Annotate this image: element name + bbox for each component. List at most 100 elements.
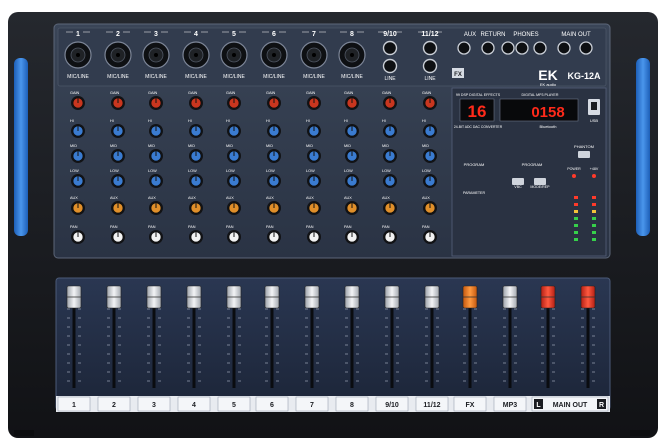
knob-label: AUX [266,196,274,200]
knob-label: HI [422,119,426,123]
fx-box-label: FX [454,72,462,78]
jack-center [312,53,316,57]
meter-led-right [592,217,596,220]
brand-logo: EK [538,67,557,83]
output-jack[interactable] [533,41,547,55]
knob-label: PAN [382,225,390,229]
knob-label: GAIN [344,91,354,95]
channel-number-label: 9/10 [383,31,397,38]
knob-label: LOW [266,169,275,173]
knob-label: HI [306,119,310,123]
fader-track [270,296,274,388]
meter-led-right [592,238,596,241]
meter-led-right [592,196,596,199]
vbc-label: VBC [514,185,522,189]
fader-label: 11/12 [423,402,440,409]
dsp-digits: 16 [468,102,487,121]
jack-center [154,53,158,57]
fader-track [112,296,116,388]
knob-label: PAN [110,225,118,229]
fader-track [350,296,354,388]
mixer-panel: 1 MIC/LINE 2 MIC/LINE 3 MIC/LINE 4 MIC/LINE 5 MIC… [8,12,658,438]
vbc-button[interactable] [512,178,524,185]
output-jack[interactable] [557,41,571,55]
fader-track [192,296,196,388]
fader-panel [55,277,611,411]
knob-label: AUX [148,196,156,200]
fader-track [430,296,434,388]
knob-label: HI [226,119,230,123]
channel-number-label: 5 [232,31,236,38]
fader-track [232,296,236,388]
line-jack-left[interactable] [382,40,398,56]
input-type-label: MIC/LINE [145,74,167,80]
phantom-led [592,174,596,178]
line-jack-right[interactable] [382,58,398,74]
knob-label: PAN [188,225,196,229]
knob-label: MID [344,144,351,148]
knob-label: MID [148,144,155,148]
fader-label: 6 [270,402,274,409]
output-jack[interactable] [515,41,529,55]
parameter-label: PARAMETER [463,191,486,195]
input-type-label: LINE [424,76,436,82]
fader-track [72,296,76,388]
fader-track [586,296,590,388]
fader-label: 9/10 [385,402,399,409]
program-label: PROGRAM [464,162,485,167]
jack-center [350,53,354,57]
knob-label: LOW [422,169,431,173]
knob-label: MID [422,144,429,148]
fader-track [152,296,156,388]
knob-label: MID [70,144,77,148]
knob-label: GAIN [382,91,392,95]
output-jack[interactable] [579,41,593,55]
line-jack-right[interactable] [422,58,438,74]
knob-label: GAIN [110,91,120,95]
mp3-counter: 0158 [531,104,564,121]
knob-label: PAN [226,225,234,229]
knob-label: GAIN [306,91,316,95]
mode-button[interactable] [534,178,546,185]
input-type-label: MIC/LINE [185,74,207,80]
knob-label: HI [266,119,270,123]
power-label: POWER [567,167,581,171]
fader-label: 8 [350,402,354,409]
knob-label: AUX [382,196,390,200]
knob-label: LOW [382,169,391,173]
meter-led-right [592,231,596,234]
knob-label: HI [70,119,74,123]
phantom-button[interactable] [578,151,590,158]
input-type-label: MIC/LINE [303,74,325,80]
line-jack-left[interactable] [422,40,438,56]
knob-label: AUX [110,196,118,200]
output-jack[interactable] [457,41,471,55]
knob-label: LOW [148,169,157,173]
fader-label: 1 [72,402,76,409]
knob-label: PAN [148,225,156,229]
knob-label: HI [382,119,386,123]
knob-label: PAN [422,225,430,229]
knob-label: HI [188,119,192,123]
fader-track [310,296,314,388]
knob-label: GAIN [188,91,198,95]
meter-led-right [592,203,596,206]
input-type-label: LINE [384,76,396,82]
output-jack[interactable] [501,41,515,55]
phones-label: PHONES [513,32,538,38]
output-jack[interactable] [481,41,495,55]
fader-track [390,296,394,388]
knob-label: MID [266,144,273,148]
knob-label: LOW [226,169,235,173]
fader-track [468,296,472,388]
input-type-label: MIC/LINE [67,74,89,80]
knob-label: AUX [70,196,78,200]
knob-label: MID [226,144,233,148]
channel-number-label: 4 [194,31,198,38]
fader-label: MP3 [503,402,518,409]
converter-label: 24-BIT ADC DAC CONVERTER [454,125,503,129]
side-trim-right [636,58,650,236]
voltage-label: +48V [590,167,599,171]
meter-led-left [574,231,578,234]
knob-label: MID [306,144,313,148]
